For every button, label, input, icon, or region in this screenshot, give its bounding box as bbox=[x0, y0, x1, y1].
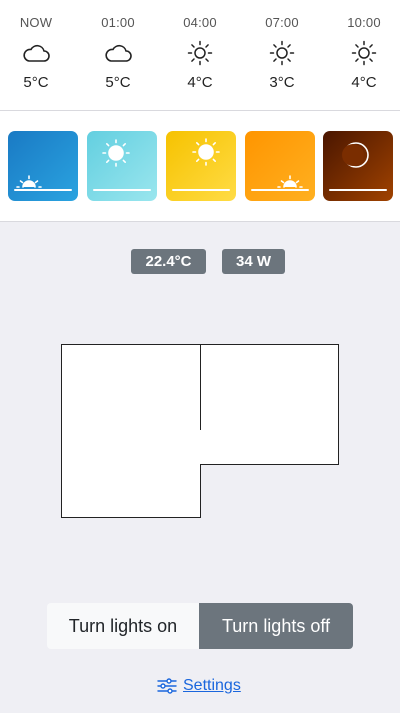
light-toggle-group: Turn lights on Turn lights off bbox=[47, 603, 353, 649]
sliders-icon bbox=[157, 678, 177, 694]
settings-label: Settings bbox=[183, 677, 241, 694]
turn-lights-on-button[interactable]: Turn lights on bbox=[47, 603, 199, 649]
turn-lights-off-button[interactable]: Turn lights off bbox=[199, 603, 353, 649]
room-right[interactable] bbox=[200, 344, 339, 465]
room-left[interactable] bbox=[61, 344, 201, 518]
settings-link[interactable]: Settings bbox=[157, 676, 241, 696]
